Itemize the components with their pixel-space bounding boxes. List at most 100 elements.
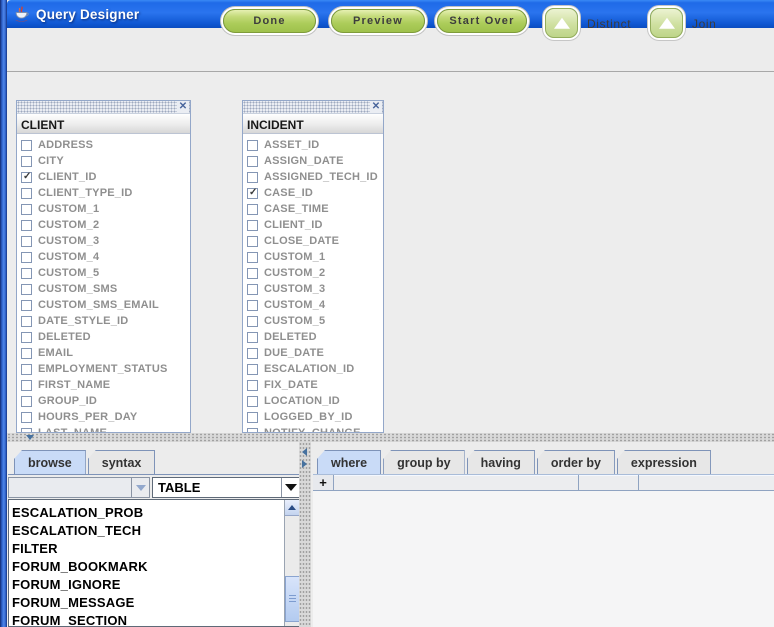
collapse-down-icon[interactable] <box>26 435 34 440</box>
field-row[interactable]: CUSTOM_1 <box>243 249 383 265</box>
field-checkbox[interactable] <box>247 412 258 423</box>
horizontal-split-divider[interactable] <box>7 433 774 442</box>
start-over-button[interactable]: Start Over <box>437 9 527 33</box>
distinct-toggle-button[interactable] <box>545 8 578 38</box>
list-item[interactable]: FORUM_IGNORE <box>12 576 300 594</box>
field-row[interactable]: ASSIGN_DATE <box>243 153 383 169</box>
field-checkbox[interactable] <box>247 380 258 391</box>
field-row[interactable]: FIRST_NAME <box>17 377 190 393</box>
field-checkbox[interactable] <box>21 364 32 375</box>
field-checkbox[interactable] <box>21 252 32 263</box>
field-checkbox[interactable] <box>247 364 258 375</box>
field-checkbox[interactable] <box>21 396 32 407</box>
field-checkbox[interactable] <box>247 300 258 311</box>
field-checkbox[interactable] <box>247 316 258 327</box>
field-checkbox[interactable] <box>247 396 258 407</box>
field-checkbox[interactable] <box>21 172 32 183</box>
clause-tab[interactable]: group by <box>383 450 464 474</box>
field-combobox[interactable] <box>8 477 150 498</box>
field-checkbox[interactable] <box>247 332 258 343</box>
field-row[interactable]: ADDRESS <box>17 137 190 153</box>
field-row[interactable]: CLIENT_ID <box>243 217 383 233</box>
scroll-up-button[interactable] <box>285 500 300 516</box>
field-row[interactable]: ASSET_ID <box>243 137 383 153</box>
preview-button[interactable]: Preview <box>331 9 425 33</box>
field-row[interactable]: CLOSE_DATE <box>243 233 383 249</box>
field-checkbox[interactable] <box>247 236 258 247</box>
field-checkbox[interactable] <box>21 348 32 359</box>
field-checkbox[interactable] <box>247 140 258 151</box>
client-frame-titlebar[interactable]: ✕ <box>17 101 190 114</box>
field-row[interactable]: CUSTOM_3 <box>243 281 383 297</box>
column-divider[interactable] <box>578 475 579 490</box>
vertical-scrollbar[interactable] <box>284 500 300 626</box>
field-row[interactable]: DELETED <box>17 329 190 345</box>
field-row[interactable]: LOGGED_BY_ID <box>243 409 383 425</box>
field-checkbox[interactable] <box>21 380 32 391</box>
field-checkbox[interactable] <box>247 220 258 231</box>
field-checkbox[interactable] <box>247 268 258 279</box>
field-checkbox[interactable] <box>21 412 32 423</box>
field-row[interactable]: FIX_DATE <box>243 377 383 393</box>
field-row[interactable]: ESCALATION_ID <box>243 361 383 377</box>
field-row[interactable]: EMPLOYMENT_STATUS <box>17 361 190 377</box>
field-checkbox[interactable] <box>21 332 32 343</box>
field-row[interactable]: CUSTOM_4 <box>17 249 190 265</box>
field-row[interactable]: CUSTOM_SMS <box>17 281 190 297</box>
field-checkbox[interactable] <box>247 284 258 295</box>
field-row[interactable]: CUSTOM_3 <box>17 233 190 249</box>
field-row[interactable]: ASSIGNED_TECH_ID <box>243 169 383 185</box>
object-type-combobox[interactable]: TABLE <box>152 477 300 498</box>
list-item[interactable]: ESCALATION_PROB <box>12 504 300 522</box>
join-toggle-button[interactable] <box>650 8 683 38</box>
field-row[interactable]: CUSTOM_5 <box>243 313 383 329</box>
scrollbar-thumb[interactable] <box>285 576 300 622</box>
close-icon[interactable]: ✕ <box>370 100 382 113</box>
field-row[interactable]: CASE_ID <box>243 185 383 201</box>
field-row[interactable]: CUSTOM_2 <box>243 265 383 281</box>
close-icon[interactable]: ✕ <box>177 100 189 113</box>
field-checkbox[interactable] <box>21 204 32 215</box>
field-row[interactable]: DATE_STYLE_ID <box>17 313 190 329</box>
field-checkbox[interactable] <box>21 268 32 279</box>
clause-tab[interactable]: expression <box>617 450 711 474</box>
field-checkbox[interactable] <box>247 348 258 359</box>
field-row[interactable]: LOCATION_ID <box>243 393 383 409</box>
field-row[interactable]: EMAIL <box>17 345 190 361</box>
list-item[interactable]: FILTER <box>12 540 300 558</box>
field-checkbox[interactable] <box>247 204 258 215</box>
combobox-dropdown-button[interactable] <box>131 478 149 497</box>
column-divider[interactable] <box>638 475 639 490</box>
field-checkbox[interactable] <box>247 252 258 263</box>
field-row[interactable]: CUSTOM_4 <box>243 297 383 313</box>
field-row[interactable]: DUE_DATE <box>243 345 383 361</box>
list-item[interactable]: FORUM_MESSAGE <box>12 594 300 612</box>
field-checkbox[interactable] <box>21 284 32 295</box>
browser-tab[interactable]: syntax <box>88 450 156 474</box>
incident-frame-titlebar[interactable]: ✕ <box>243 101 383 114</box>
field-row[interactable]: CUSTOM_2 <box>17 217 190 233</box>
field-row[interactable]: GROUP_ID <box>17 393 190 409</box>
field-row[interactable]: CASE_TIME <box>243 201 383 217</box>
collapse-left-icon[interactable] <box>302 448 307 456</box>
vertical-split-divider[interactable] <box>299 442 311 627</box>
field-row[interactable]: NOTIFY_CHANGE <box>243 425 383 433</box>
add-condition-button[interactable]: + <box>313 475 334 490</box>
field-checkbox[interactable] <box>247 156 258 167</box>
done-button[interactable]: Done <box>223 9 316 33</box>
list-item[interactable]: FORUM_SECTION <box>12 612 300 627</box>
field-row[interactable]: CUSTOM_SMS_EMAIL <box>17 297 190 313</box>
field-checkbox[interactable] <box>21 220 32 231</box>
field-checkbox[interactable] <box>247 172 258 183</box>
list-item[interactable]: FORUM_BOOKMARK <box>12 558 300 576</box>
field-row[interactable]: CITY <box>17 153 190 169</box>
clause-tab[interactable]: where <box>317 450 381 474</box>
combobox-dropdown-button[interactable] <box>281 478 299 497</box>
field-checkbox[interactable] <box>21 316 32 327</box>
field-checkbox[interactable] <box>247 188 258 199</box>
list-item[interactable]: ESCALATION_TECH <box>12 522 300 540</box>
field-checkbox[interactable] <box>21 188 32 199</box>
field-checkbox[interactable] <box>21 236 32 247</box>
field-checkbox[interactable] <box>21 156 32 167</box>
field-checkbox[interactable] <box>21 140 32 151</box>
